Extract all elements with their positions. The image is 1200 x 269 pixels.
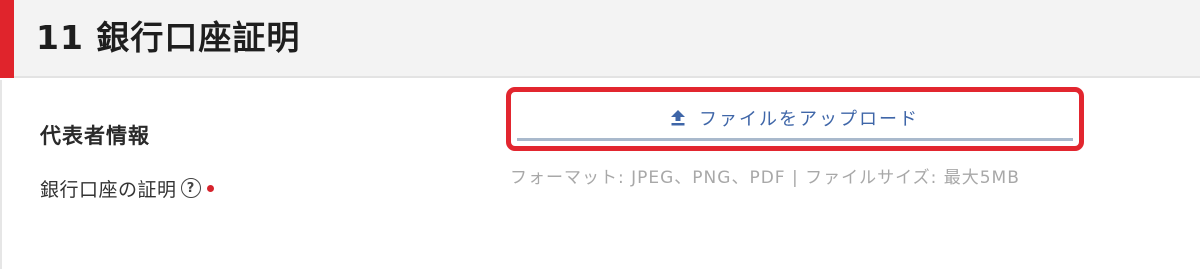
section-accent-bar [0,0,14,78]
upload-file-button[interactable]: ファイルをアップロード [517,97,1073,141]
page: 11 銀行口座証明 代表者情報 銀行口座の証明 ? ファイルをアップロード フォ… [0,0,1200,269]
subsection-title: 代表者情報 [40,124,150,148]
required-dot-icon [206,184,214,192]
upload-icon [671,109,685,125]
bank-account-proof-label: 銀行口座の証明 [40,178,177,201]
upload-highlight-box: ファイルをアップロード [506,87,1084,151]
upload-button-label: ファイルをアップロード [699,108,919,130]
section-header: 11 銀行口座証明 [0,0,1200,78]
file-format-hint: フォーマット: JPEG、PNG、PDF | ファイルサイズ: 最大5MB [510,168,1020,188]
bank-account-proof-label-row: 銀行口座の証明 ? [40,173,214,203]
section-title: 11 銀行口座証明 [36,18,301,57]
question-circle-icon[interactable]: ? [180,178,201,198]
